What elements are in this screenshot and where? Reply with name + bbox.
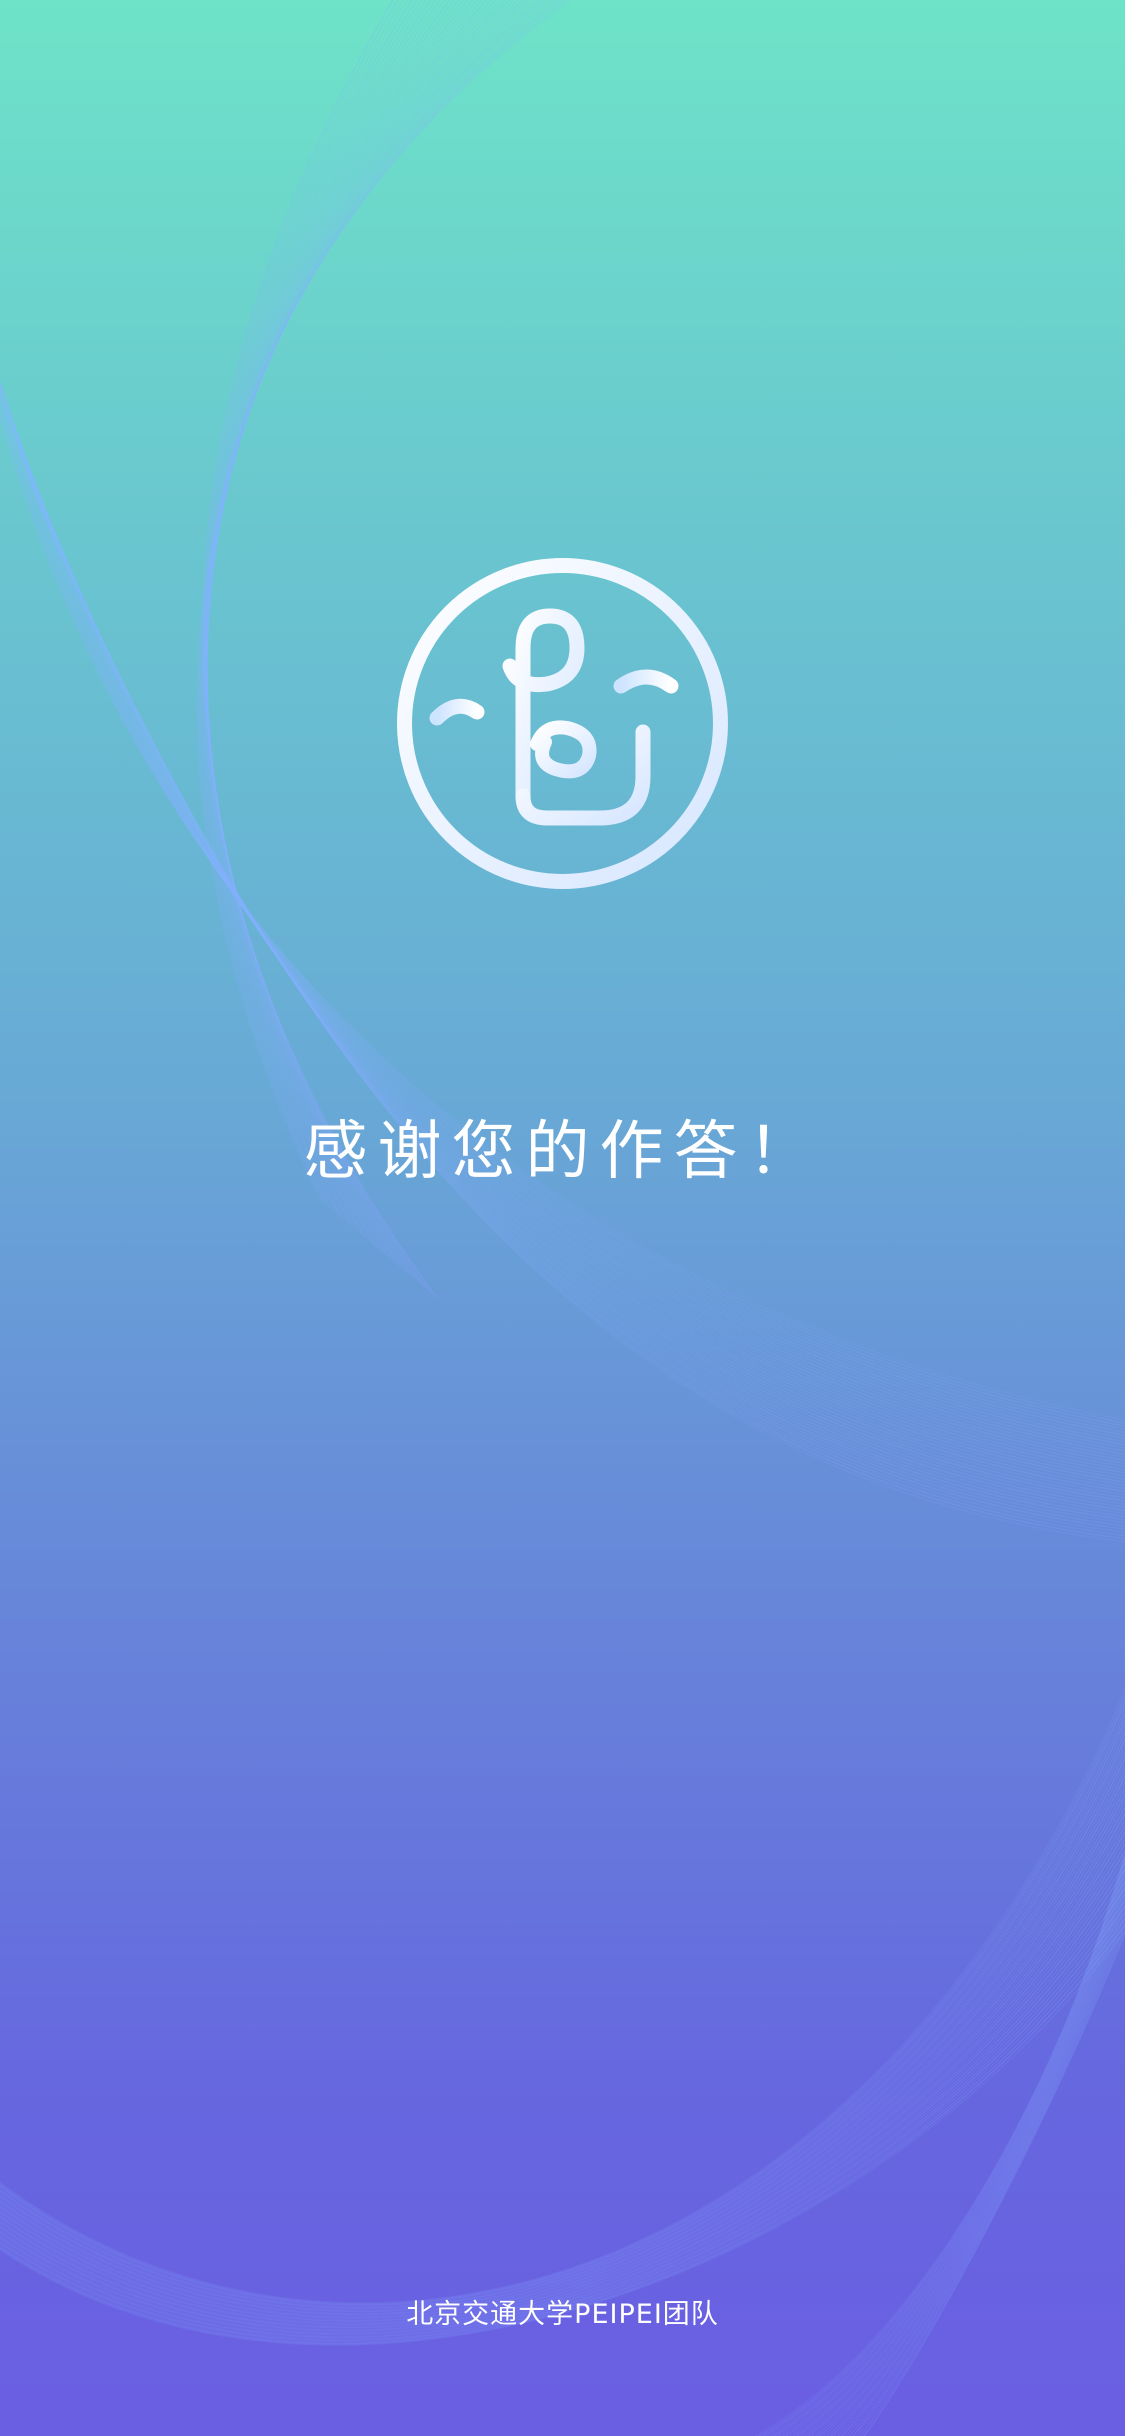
wave-line bbox=[0, 382, 1125, 1468]
wave-line bbox=[0, 381, 1125, 1489]
wave-line bbox=[0, 387, 1125, 1493]
wave-line bbox=[0, 380, 1125, 1483]
wave-line bbox=[863, 1932, 1125, 2436]
peipei-face-logo-icon bbox=[397, 558, 728, 889]
wave-line bbox=[0, 1774, 1125, 2319]
wave-line bbox=[0, 1706, 1125, 2307]
wave-line bbox=[0, 380, 1125, 1477]
wave-line bbox=[0, 1694, 1125, 2305]
wave-line bbox=[0, 1700, 1125, 2306]
wave-line bbox=[0, 1688, 1125, 2304]
wave-line bbox=[0, 380, 1125, 1474]
wave-line bbox=[0, 1731, 1125, 2312]
wave-line bbox=[0, 1768, 1125, 2318]
wave-line bbox=[0, 381, 1125, 1471]
wave-line bbox=[0, 380, 1125, 1480]
wave-line bbox=[0, 1750, 1125, 2315]
wave-line bbox=[0, 1725, 1125, 2310]
wave-line bbox=[814, 1892, 1125, 2436]
wave-line bbox=[799, 1880, 1125, 2436]
footer-team-credit: 北京交通大学PEIPEI团队 bbox=[406, 2299, 719, 2330]
wave-line bbox=[807, 1886, 1125, 2436]
wave-line bbox=[0, 383, 1125, 1465]
wave-line bbox=[0, 1712, 1125, 2308]
background-waves bbox=[0, 0, 1125, 2436]
thanks-message: 感谢您的作答！ bbox=[303, 1115, 822, 1189]
wave-line bbox=[0, 384, 1125, 1461]
wave-line bbox=[0, 1719, 1125, 2309]
completion-screen: 感谢您的作答！ 北京交通大学PEIPEI团队 bbox=[0, 0, 1125, 2436]
wave-line bbox=[0, 380, 1125, 1486]
